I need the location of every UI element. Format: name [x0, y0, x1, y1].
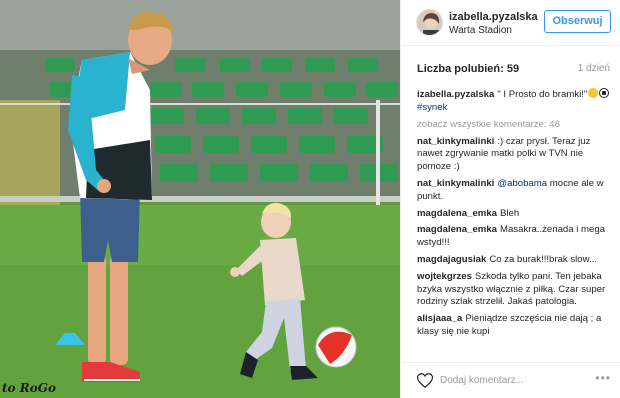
comment-text: Bleh [500, 207, 520, 219]
comment-mention[interactable]: @abobama [497, 178, 547, 189]
list-item: nat_kinkymalinki @abobama mocne ale w pun… [417, 178, 615, 204]
comment-username[interactable]: wojtekgrzes [417, 271, 472, 282]
comment-text: Co za burak!!!brak slow... [489, 253, 598, 265]
comment-username[interactable]: alisjaaa_a [417, 313, 462, 324]
soccer-ball-icon [599, 88, 610, 98]
list-item: wojtekgrzes Szkoda tylko pani. Ten jebaka… [417, 271, 615, 309]
heart-icon[interactable] [416, 372, 434, 389]
header-location[interactable]: Warta Stadion [449, 25, 512, 36]
caption-hashtag[interactable]: #synek [417, 102, 447, 113]
avatar[interactable] [416, 9, 443, 36]
comments-list: izabella.pyzalska " I Prosto do bramki!" … [417, 88, 615, 358]
post-header: izabella.pyzalska Warta Stadion Obserwuj [401, 0, 620, 46]
view-all-comments-link[interactable]: zobacz wszystkie komentarze: 48 [417, 119, 615, 130]
list-item: magdalena_emka Bleh [417, 208, 615, 221]
photo-watermark: to RoGo [2, 381, 56, 395]
likes-count[interactable]: Liczba polubień: 59 [417, 63, 519, 75]
caption-username[interactable]: izabella.pyzalska [417, 89, 494, 100]
add-comment-input[interactable] [440, 371, 580, 389]
avatar-image [417, 10, 442, 35]
comment-username[interactable]: nat_kinkymalinki [417, 178, 494, 189]
post-age[interactable]: 1 dzień [578, 63, 610, 74]
header-username[interactable]: izabella.pyzalska [449, 11, 538, 23]
list-item: nat_kinkymalinki:) czar prysł. Teraz juz… [417, 136, 615, 174]
list-item: alisjaaa_a Pieniądze szczęścia nie dają ;… [417, 313, 615, 339]
comment-username[interactable]: nat_kinkymalinki [417, 136, 494, 147]
comment-username[interactable]: magdalena_emka [417, 208, 497, 219]
list-item: magdajagusiak Co za burak!!!brak slow... [417, 254, 615, 267]
follow-button[interactable]: Obserwuj [544, 10, 611, 33]
comment-username[interactable]: magdajagusiak [417, 254, 486, 265]
caption-text: " I Prosto do bramki!" [497, 89, 588, 100]
stadium-scene [0, 0, 400, 398]
post-photo[interactable]: to RoGo [0, 0, 400, 398]
post-sidebar: izabella.pyzalska Warta Stadion Obserwuj… [400, 0, 620, 398]
list-item: magdalena_emka Masakra..żenada i mega wst… [417, 224, 615, 250]
smiley-icon [588, 88, 599, 98]
more-options-icon[interactable]: ••• [595, 371, 611, 385]
caption: izabella.pyzalska " I Prosto do bramki!" … [417, 88, 615, 115]
comment-bar: ••• [401, 362, 620, 398]
comment-username[interactable]: magdalena_emka [417, 224, 497, 235]
